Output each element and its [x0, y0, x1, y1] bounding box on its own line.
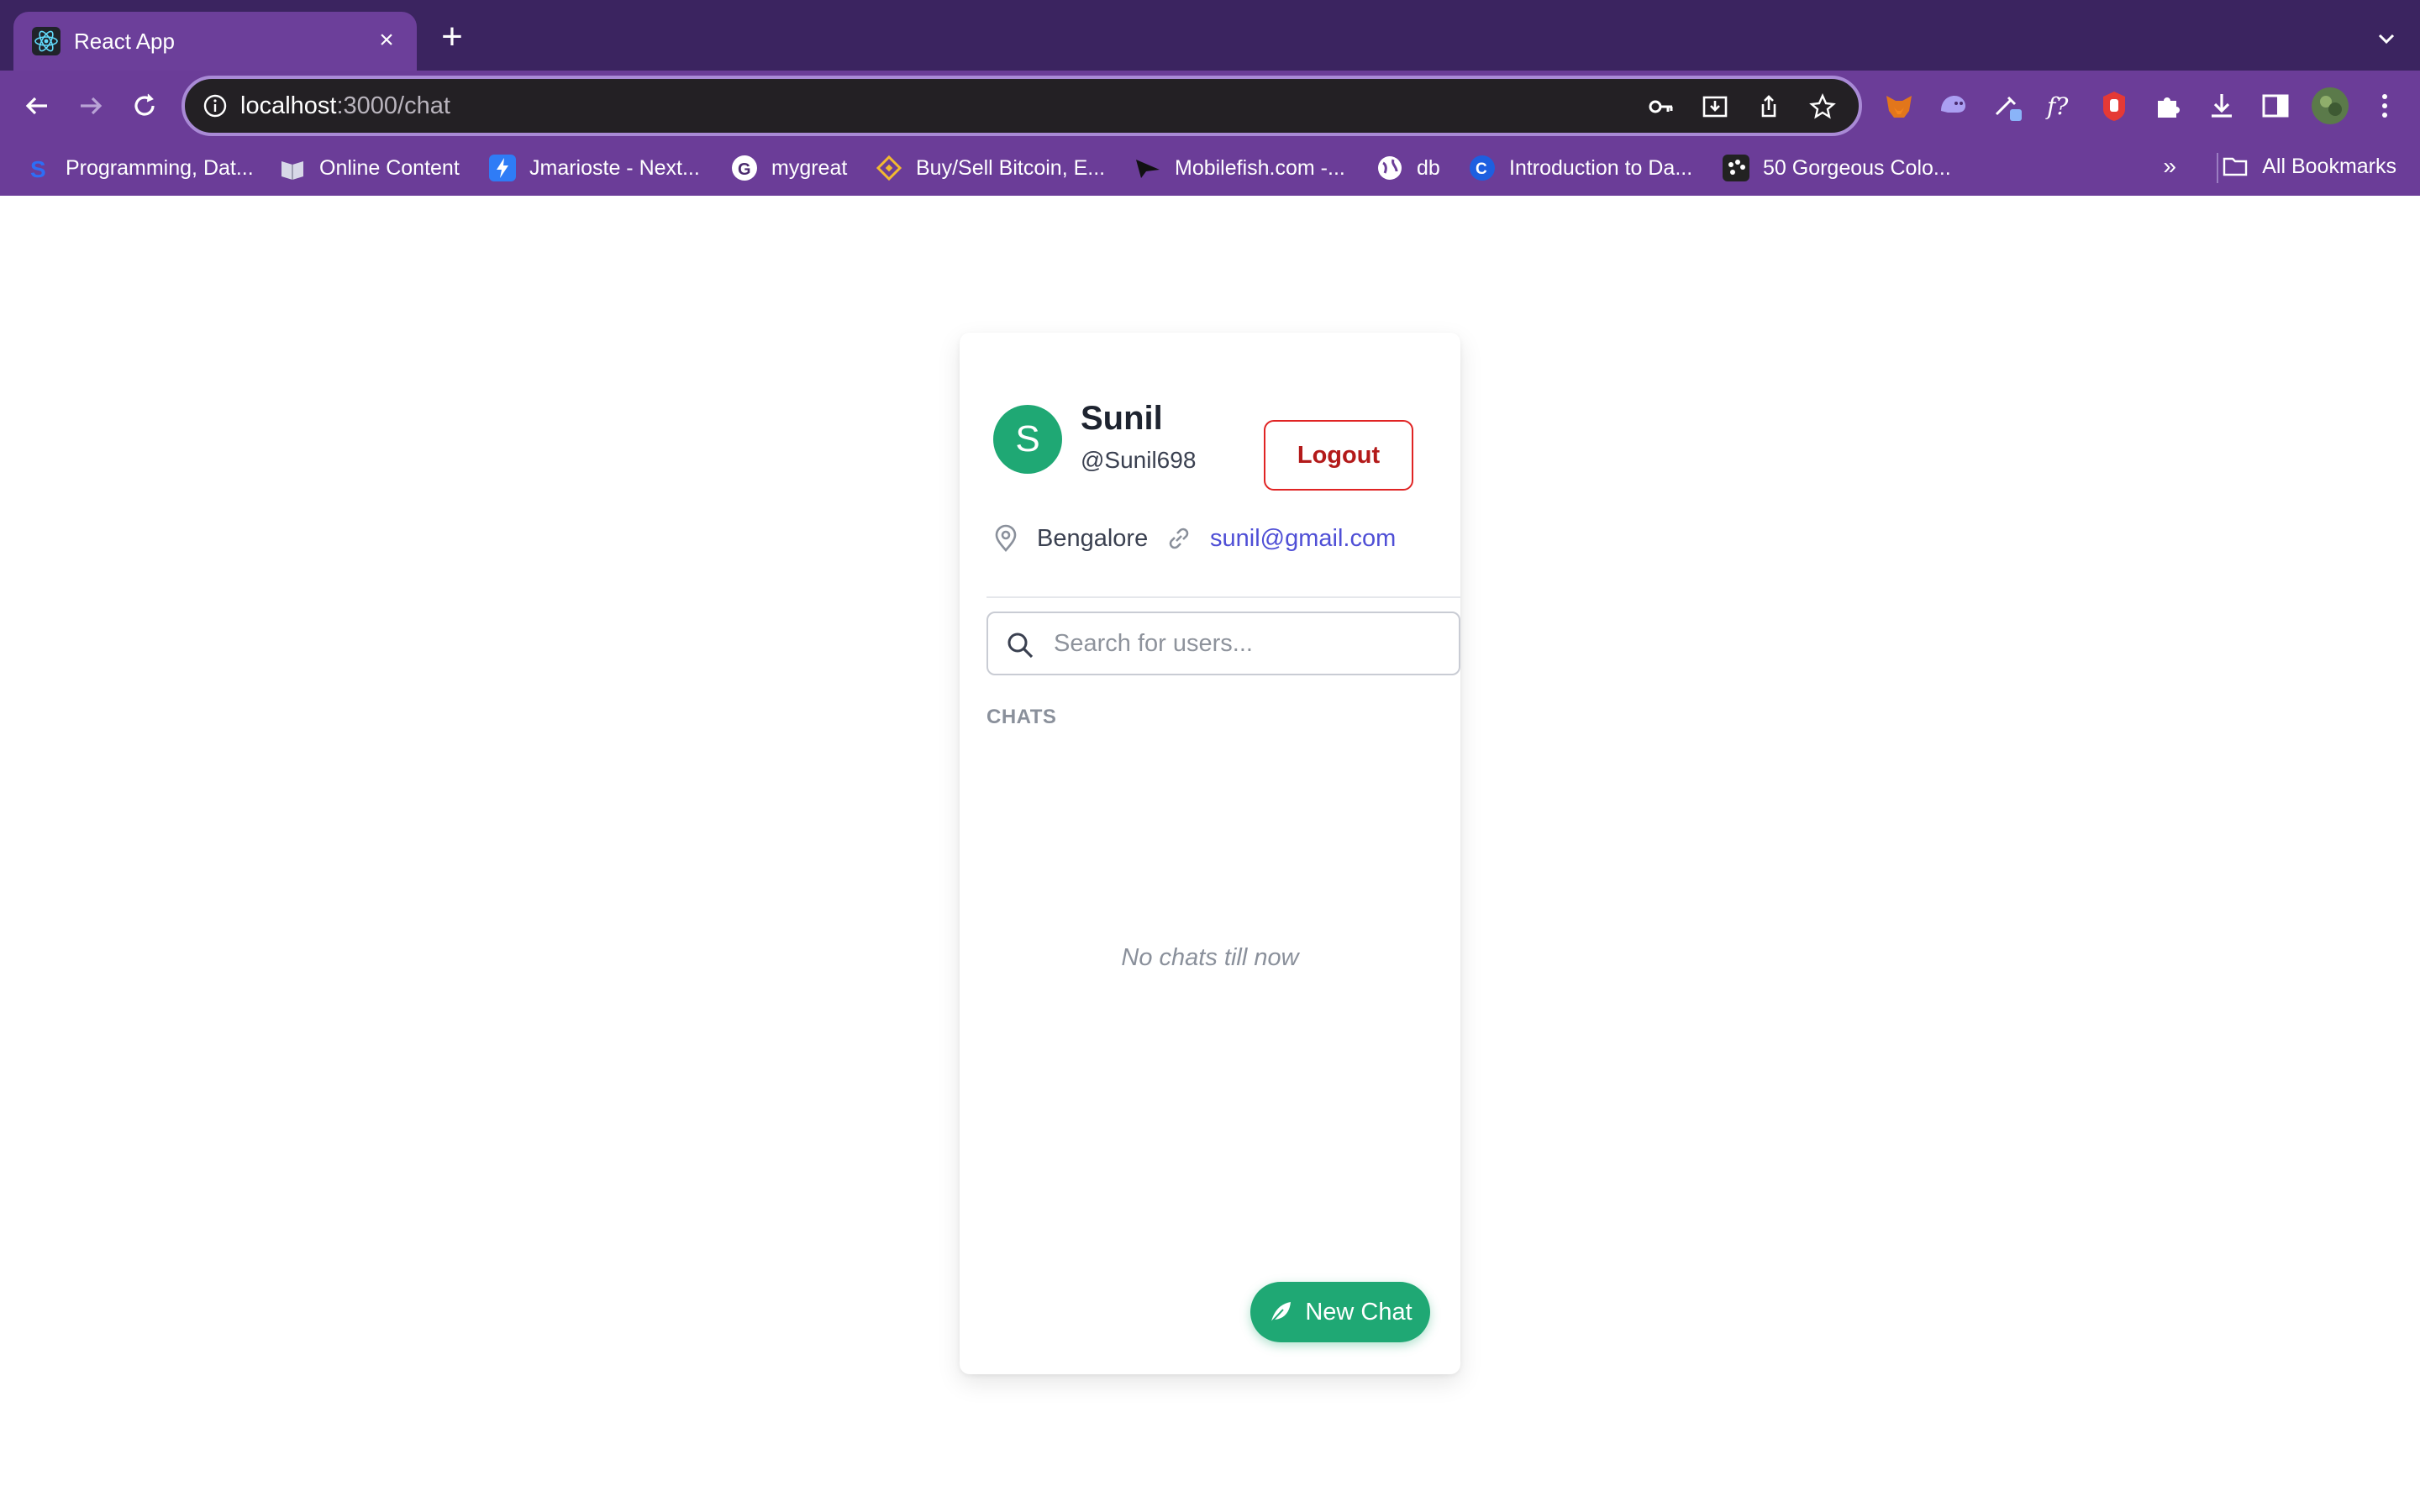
- forward-arrow-icon[interactable]: [72, 87, 109, 124]
- c-logo-icon: C: [1470, 155, 1495, 181]
- chevron-down-icon[interactable]: [2373, 25, 2400, 52]
- bookmark-item[interactable]: 50 Gorgeous Colo...: [1723, 153, 1951, 183]
- bookmark-item[interactable]: Buy/Sell Bitcoin, E...: [876, 153, 1105, 183]
- back-arrow-icon[interactable]: [18, 87, 55, 124]
- user-handle: @Sunil698: [1081, 447, 1197, 473]
- side-panel-icon[interactable]: [2259, 89, 2292, 123]
- more-bookmarks-chevron[interactable]: »: [2163, 153, 2176, 180]
- eyedropper-extension-icon[interactable]: [1990, 89, 2023, 123]
- chats-heading: CHATS: [986, 706, 1057, 728]
- browser-tab[interactable]: React App ×: [13, 12, 417, 71]
- url-text[interactable]: localhost:3000/chat: [240, 92, 450, 120]
- install-app-icon[interactable]: [1701, 92, 1729, 121]
- bookmark-item[interactable]: G mygreat: [731, 153, 847, 183]
- book-icon: [281, 161, 303, 180]
- empty-chats-message: No chats till now: [1121, 944, 1299, 971]
- ghost-extension-icon[interactable]: [1936, 89, 1970, 123]
- new-tab-plus-icon[interactable]: +: [435, 18, 469, 55]
- all-bookmarks-button[interactable]: All Bookmarks: [2222, 153, 2396, 180]
- tab-strip: React App × +: [0, 0, 2420, 71]
- tab-close-icon[interactable]: ×: [371, 25, 402, 55]
- adblock-hand-icon[interactable]: [2097, 89, 2131, 123]
- search-icon: [1007, 633, 1034, 659]
- user-name: Sunil: [1081, 400, 1163, 437]
- share-icon[interactable]: [1754, 92, 1783, 121]
- tab-title: React App: [74, 29, 175, 54]
- kebab-menu-icon[interactable]: [2368, 89, 2402, 123]
- star-icon[interactable]: [1808, 92, 1837, 121]
- bookmark-item[interactable]: Jmarioste - Next...: [489, 153, 700, 183]
- profile-avatar-icon[interactable]: [2311, 87, 2349, 125]
- location-info: Bengalore: [992, 524, 1148, 553]
- download-icon[interactable]: [2205, 89, 2238, 123]
- reload-icon[interactable]: [126, 87, 163, 124]
- new-chat-button[interactable]: New Chat: [1250, 1282, 1430, 1342]
- key-icon[interactable]: [1647, 92, 1676, 121]
- browser-chrome: React App × + localhost:3000/chat f? S P…: [0, 0, 2420, 196]
- new-chat-label: New Chat: [1305, 1298, 1413, 1326]
- search-box: [986, 612, 1460, 675]
- email-link[interactable]: sunil@gmail.com: [1210, 525, 1396, 553]
- bookmark-item[interactable]: db: [1376, 153, 1440, 183]
- search-input[interactable]: [1054, 623, 1440, 664]
- avatar: S: [993, 405, 1062, 474]
- s-logo-icon: S: [30, 156, 46, 181]
- link-icon: [1169, 528, 1189, 549]
- bolt-icon: [489, 155, 516, 181]
- bookmark-item[interactable]: Online Content: [279, 153, 460, 183]
- bookmarks-divider: [2217, 153, 2218, 183]
- chat-sidebar-card: S Sunil @Sunil698 Logout Bengalore sunil…: [960, 333, 1460, 1374]
- svg-text:G: G: [738, 160, 751, 179]
- browser-toolbar: localhost:3000/chat f?: [0, 71, 2420, 141]
- google-icon: G: [732, 155, 757, 181]
- globe-icon: [1378, 156, 1402, 180]
- location-text: Bengalore: [1037, 524, 1149, 552]
- divider: [986, 596, 1460, 598]
- folder-icon: [2223, 157, 2248, 176]
- puzzle-extensions-icon[interactable]: [2151, 89, 2185, 123]
- map-pin-icon: [995, 524, 1017, 552]
- metamask-fox-icon[interactable]: [1882, 89, 1916, 123]
- bookmark-item[interactable]: Mobilefish.com -...: [1134, 153, 1345, 183]
- binance-icon: [876, 155, 902, 181]
- react-icon: [32, 27, 60, 55]
- logout-button[interactable]: Logout: [1264, 420, 1413, 491]
- svg-text:C: C: [1476, 160, 1487, 178]
- info-icon[interactable]: [202, 92, 229, 119]
- email-info: sunil@gmail.com: [1165, 524, 1396, 553]
- formula-extension-icon[interactable]: f?: [2044, 89, 2077, 123]
- bookmark-item[interactable]: S Programming, Dat...: [25, 153, 254, 183]
- svg-text:f?: f?: [2045, 92, 2069, 120]
- svg-text:S: S: [30, 156, 46, 181]
- bookmark-item[interactable]: C Introduction to Da...: [1469, 153, 1692, 183]
- bookmarks-bar: S Programming, Dat... Online Content Jma…: [0, 141, 2420, 196]
- address-bar[interactable]: localhost:3000/chat: [182, 76, 1862, 136]
- palette-icon: [1723, 155, 1749, 181]
- fish-icon: [1136, 160, 1160, 178]
- leaf-icon: [1270, 1302, 1292, 1323]
